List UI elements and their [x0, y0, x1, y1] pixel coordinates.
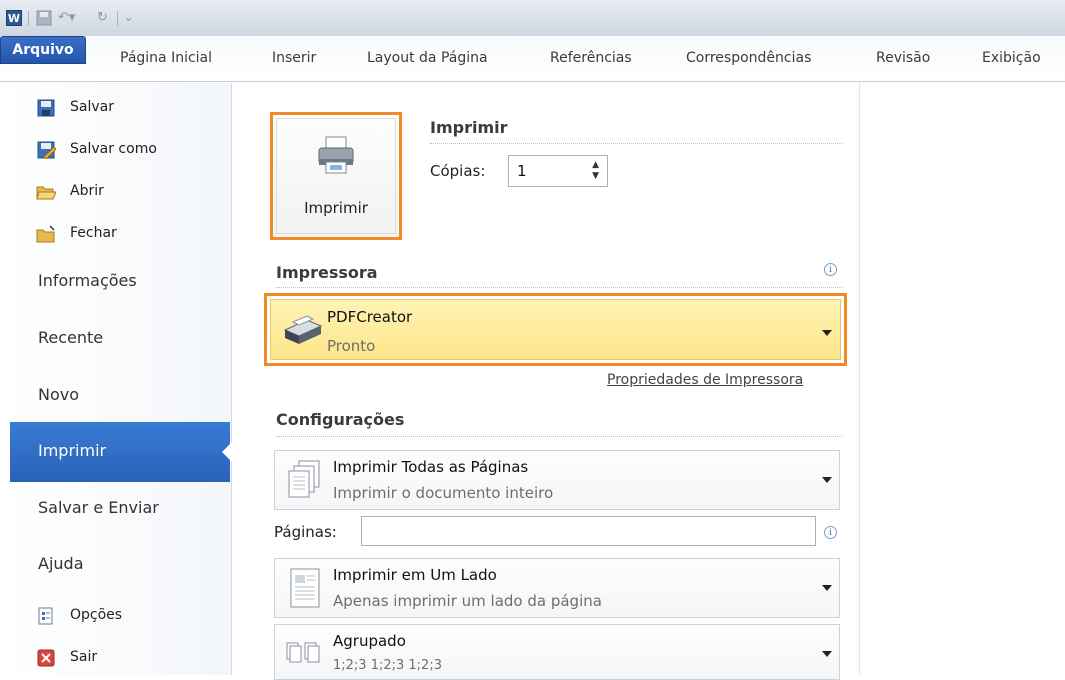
divider [276, 436, 842, 437]
printer-name: PDFCreator [327, 308, 413, 326]
save-as-icon [37, 141, 56, 159]
collate-dropdown[interactable]: Agrupado 1;2;3 1;2;3 1;2;3 [274, 624, 840, 680]
redo-icon[interactable]: ↻ [97, 10, 108, 26]
print-range-subtitle: Imprimir o documento inteiro [333, 484, 554, 502]
print-sides-subtitle: Apenas imprimir um lado da página [333, 592, 602, 610]
chevron-down-icon [822, 477, 832, 483]
close-folder-icon [36, 225, 55, 243]
info-icon[interactable]: i [824, 526, 837, 539]
print-range-dropdown[interactable]: Imprimir Todas as Páginas Imprimir o doc… [274, 450, 840, 510]
all-pages-icon [288, 460, 320, 498]
divider [430, 143, 842, 144]
customize-quick-access-icon[interactable]: ⌄ [123, 10, 134, 26]
print-button-label: Imprimir [304, 199, 368, 217]
copies-spinner[interactable]: 1 ▲ ▼ [508, 155, 608, 187]
exit-icon [37, 649, 55, 667]
close-label: Fechar [70, 225, 117, 241]
quick-access-separator [28, 11, 29, 26]
undo-icon[interactable]: ↶▾ [58, 10, 75, 26]
pages-label: Páginas: [274, 523, 337, 541]
printer-dropdown[interactable]: PDFCreator Pronto [264, 293, 847, 366]
tab-review[interactable]: Revisão [876, 50, 930, 66]
title-bar: W ↶▾ ↻ ⌄ [0, 0, 1065, 36]
tab-file[interactable]: Arquivo [0, 36, 86, 64]
printer-status: Pronto [327, 337, 376, 355]
tab-references[interactable]: Referências [550, 50, 632, 66]
print-button[interactable]: Imprimir [270, 112, 402, 240]
exit-label: Sair [70, 649, 98, 665]
backstage-nav: Salvar Salvar como Abrir Fechar Informaç… [0, 83, 232, 675]
print-sides-title: Imprimir em Um Lado [333, 566, 497, 584]
tab-view[interactable]: Exibição [982, 50, 1041, 66]
nav-print[interactable]: Imprimir [10, 422, 232, 482]
nav-help[interactable]: Ajuda [38, 554, 84, 573]
save-label: Salvar [70, 99, 114, 115]
copies-label: Cópias: [430, 162, 486, 180]
print-sides-dropdown[interactable]: Imprimir em Um Lado Apenas imprimir um l… [274, 558, 840, 618]
save-as-label: Salvar como [70, 141, 157, 157]
printer-heading: Impressora [276, 263, 378, 282]
pages-input[interactable] [361, 516, 816, 546]
print-preview-area [861, 83, 1065, 675]
printer-properties-link[interactable]: Propriedades de Impressora [607, 372, 803, 388]
settings-heading: Configurações [276, 410, 405, 429]
save-quick-icon[interactable] [36, 10, 52, 31]
save-icon [37, 99, 55, 117]
chevron-down-icon [822, 330, 832, 336]
printer-dropdown-face: PDFCreator Pronto [270, 299, 841, 360]
options-icon [38, 607, 53, 625]
tab-page-layout[interactable]: Layout da Página [367, 50, 488, 66]
collate-subtitle: 1;2;3 1;2;3 1;2;3 [333, 658, 442, 673]
ribbon-tabs: Arquivo Página Inicial Inserir Layout da… [0, 36, 1065, 82]
chevron-down-icon [822, 651, 832, 657]
options-label: Opções [70, 607, 123, 623]
printer-icon [318, 136, 354, 174]
open-folder-icon [36, 186, 56, 200]
collate-title: Agrupado [333, 632, 406, 650]
printer-device-icon [283, 315, 323, 344]
nav-recent[interactable]: Recente [38, 328, 103, 347]
print-range-title: Imprimir Todas as Páginas [333, 458, 529, 476]
word-app-icon[interactable]: W [6, 10, 22, 26]
nav-info[interactable]: Informações [38, 271, 137, 290]
spinner-arrows-icon[interactable]: ▲ ▼ [592, 160, 599, 182]
tab-mailings[interactable]: Correspondências [686, 50, 811, 66]
nav-save-send[interactable]: Salvar e Enviar [38, 498, 159, 517]
chevron-down-icon [822, 585, 832, 591]
info-icon[interactable]: i [824, 263, 837, 276]
nav-new[interactable]: Novo [38, 385, 79, 404]
one-side-icon [290, 568, 320, 608]
open-label: Abrir [70, 183, 104, 199]
tab-insert[interactable]: Inserir [272, 50, 316, 66]
tab-home[interactable]: Página Inicial [120, 50, 212, 66]
copies-value: 1 [517, 162, 527, 180]
divider [276, 287, 842, 288]
quick-access-separator [117, 11, 118, 26]
collated-icon [286, 642, 320, 663]
print-heading: Imprimir [430, 118, 508, 137]
